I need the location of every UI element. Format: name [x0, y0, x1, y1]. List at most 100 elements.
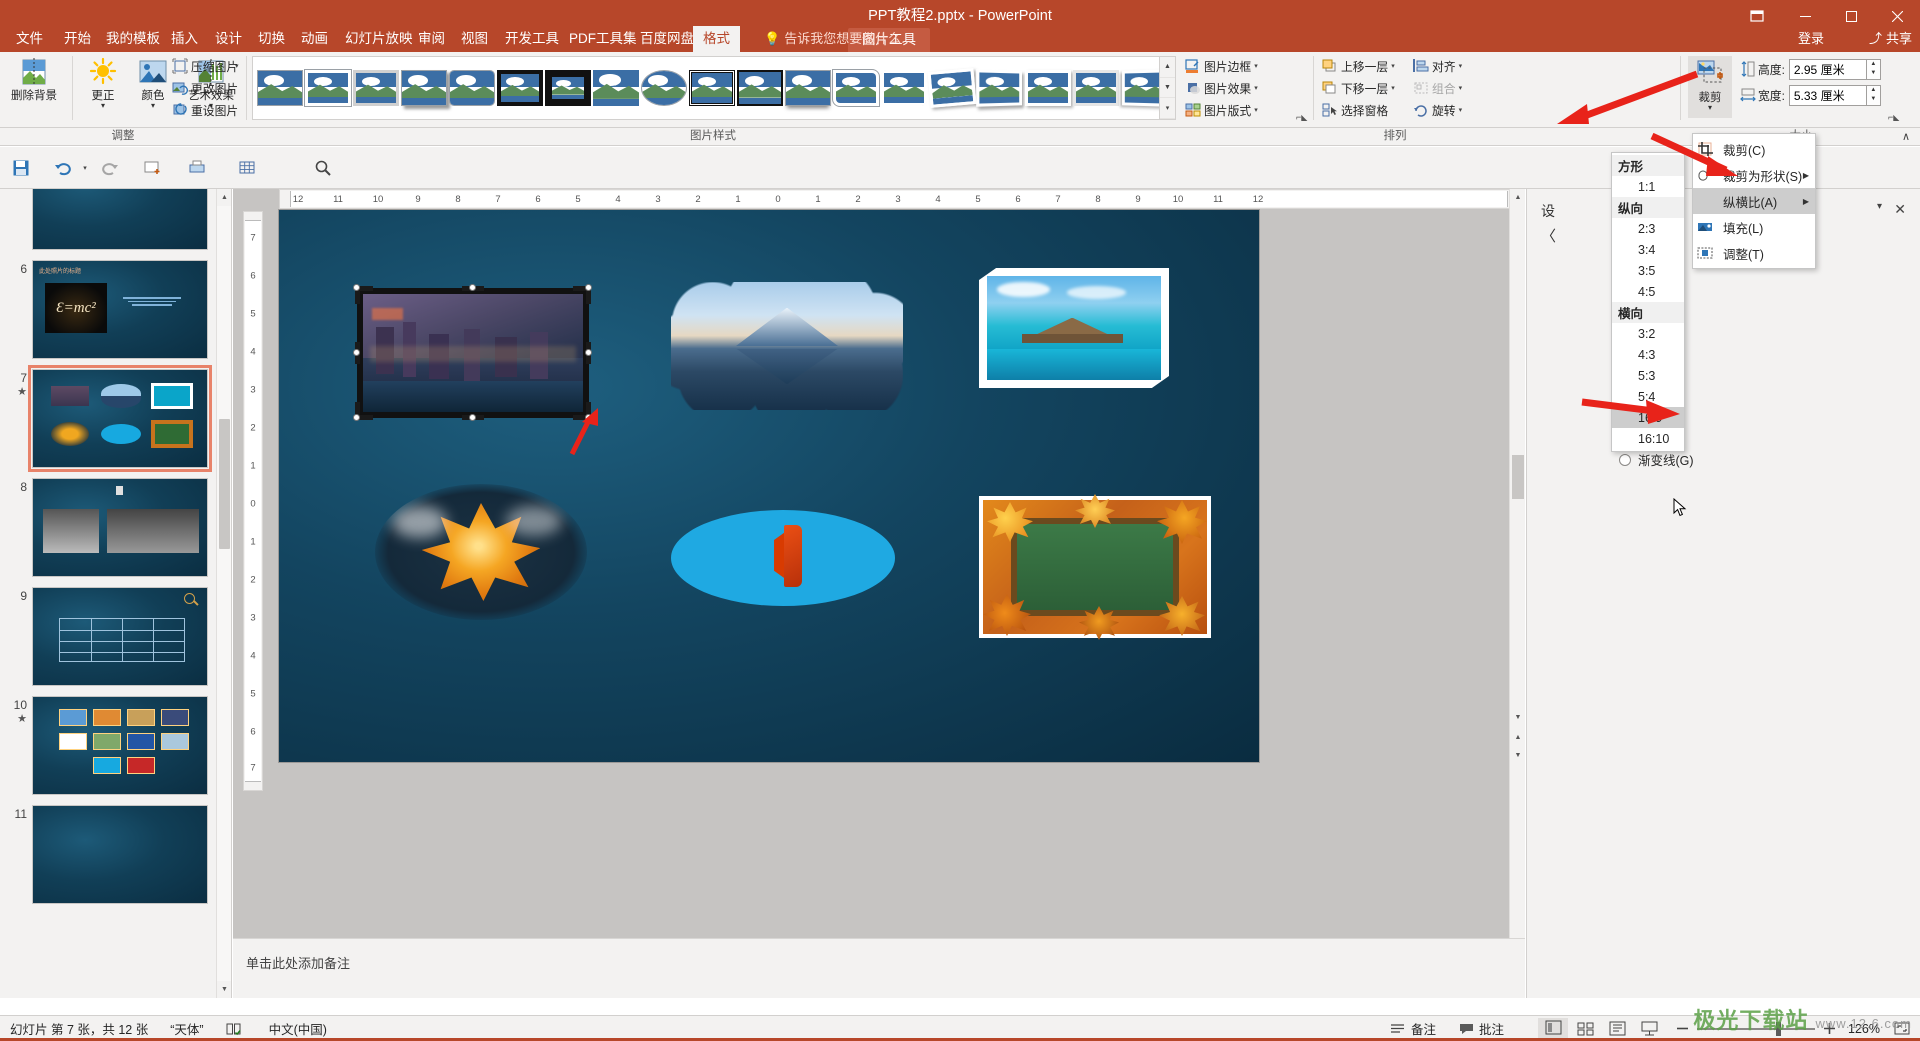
gallery-item-11[interactable] — [785, 70, 831, 106]
shape-width-spinner[interactable]: ▲ ▼ — [1866, 84, 1881, 106]
slide-canvas[interactable] — [279, 210, 1259, 762]
edit-area-scrollbar[interactable]: ▲ ▼ ▲ ▼ — [1509, 189, 1525, 938]
selection-handle-w[interactable] — [353, 349, 360, 356]
notes-button[interactable]: 备注 — [1390, 1019, 1436, 1038]
picture-city-night[interactable] — [355, 286, 591, 420]
next-slide-icon[interactable]: ▼ — [1510, 747, 1526, 764]
ratio-item-4-5[interactable]: 4:5 — [1612, 281, 1684, 302]
tab-design[interactable]: 设计 — [205, 26, 252, 52]
tab-review[interactable]: 审阅 — [408, 26, 455, 52]
thumbnail-slide-5[interactable] — [32, 189, 208, 250]
shape-height-spinner[interactable]: ▲ ▼ — [1866, 58, 1881, 80]
ratio-item-3-4[interactable]: 3:4 — [1612, 239, 1684, 260]
chevron-down-icon[interactable]: ▾ — [1391, 62, 1395, 70]
picture-mountain-reflection[interactable] — [671, 282, 903, 410]
chevron-down-icon[interactable]: ▾ — [1459, 62, 1463, 70]
tab-my-templates[interactable]: 我的模板 — [96, 26, 170, 52]
bring-forward-button[interactable]: 上移一层 ▾ — [1322, 56, 1395, 76]
insert-table-icon[interactable] — [232, 153, 262, 183]
gallery-item-9[interactable] — [689, 70, 735, 106]
crop-menu-item-fill[interactable]: 填充(L) — [1693, 214, 1815, 240]
thumbnail-slide-10[interactable] — [32, 696, 208, 795]
compress-picture-button[interactable]: 压缩图片 — [172, 56, 238, 76]
redo-icon[interactable] — [95, 153, 125, 183]
gallery-item-17[interactable] — [1073, 70, 1119, 106]
chevron-down-icon[interactable]: ▾ — [1254, 62, 1258, 70]
selection-handle-sw[interactable] — [353, 414, 360, 421]
picture-blackboard-frame[interactable] — [979, 494, 1211, 640]
print-preview-icon[interactable] — [182, 153, 212, 183]
crop-menu-item-fit[interactable]: 调整(T) — [1693, 240, 1815, 266]
thumbnail-row-6[interactable]: 6 此处照片的标题 Ɛ=mc² — [0, 260, 216, 359]
selection-handle-n[interactable] — [469, 284, 476, 291]
tab-view[interactable]: 视图 — [451, 26, 498, 52]
color-button[interactable]: 颜色 ▾ — [130, 56, 176, 110]
tab-animations[interactable]: 动画 — [291, 26, 338, 52]
gallery-more-icon[interactable]: ▾ — [1160, 98, 1175, 120]
proofing-status[interactable] — [226, 1021, 247, 1037]
picture-layout-button[interactable]: 图片版式 ▾ — [1185, 100, 1258, 120]
zoom-icon[interactable] — [308, 153, 338, 183]
selection-handle-s[interactable] — [469, 414, 476, 421]
align-button[interactable]: 对齐 ▾ — [1413, 56, 1462, 76]
theme-indicator[interactable]: “天体” — [170, 1019, 203, 1038]
slide-panel-scrollbar[interactable]: ▲ ▼ — [216, 189, 231, 998]
tab-transitions[interactable]: 切换 — [248, 26, 295, 52]
picture-border-button[interactable]: 图片边框 ▾ — [1185, 56, 1258, 76]
zoom-slider-handle[interactable] — [1776, 1021, 1782, 1036]
gallery-item-5[interactable] — [497, 70, 543, 106]
shape-height-input[interactable] — [1788, 58, 1867, 80]
thumbnail-slide-8[interactable] — [32, 478, 208, 577]
change-picture-button[interactable]: 更改图片 — [172, 78, 238, 98]
comments-button[interactable]: 批注 — [1458, 1019, 1504, 1038]
chevron-down-icon[interactable]: ▾ — [151, 102, 155, 110]
scroll-down-icon[interactable]: ▼ — [1160, 78, 1175, 99]
chevron-down-icon[interactable]: ▾ — [101, 102, 105, 110]
new-slide-icon[interactable] — [138, 153, 168, 183]
gallery-item-2[interactable] — [353, 70, 399, 106]
tab-developer[interactable]: 开发工具 — [495, 26, 569, 52]
selection-handle-ne[interactable] — [585, 284, 592, 291]
thumbnail-slide-7[interactable] — [28, 365, 212, 472]
gallery-item-7[interactable] — [593, 70, 639, 106]
ratio-item-3-5[interactable]: 3:5 — [1612, 260, 1684, 281]
gallery-item-12[interactable] — [833, 70, 879, 106]
shape-width-field[interactable]: 宽度: ▲▼ — [1740, 84, 1881, 106]
save-icon[interactable] — [6, 153, 36, 183]
slide-sorter-button[interactable] — [1570, 1018, 1600, 1040]
scroll-down-icon[interactable]: ▼ — [1510, 709, 1526, 726]
tell-me-search[interactable]: 💡 告诉我您想要做什么... — [764, 26, 912, 52]
gallery-item-10[interactable] — [737, 70, 783, 106]
thumbnail-row-5[interactable] — [0, 189, 216, 250]
fit-slide-to-window-button[interactable] — [1894, 1021, 1910, 1036]
picture-styles-gallery[interactable] — [252, 56, 1160, 120]
crop-menu-item-aspect-ratio[interactable]: 纵横比(A) ▶ — [1693, 188, 1815, 214]
close-icon[interactable]: ✕ — [1894, 201, 1906, 218]
shape-width-input[interactable] — [1788, 84, 1867, 106]
gallery-item-6[interactable] — [545, 70, 591, 106]
chevron-down-icon[interactable]: ▾ — [1877, 201, 1882, 212]
scrollbar-thumb[interactable] — [1512, 455, 1524, 499]
thumbnail-slide-11[interactable] — [32, 805, 208, 904]
picture-office-logo[interactable] — [671, 510, 895, 606]
selection-handle-nw[interactable] — [353, 284, 360, 291]
chevron-down-icon[interactable]: ▾ — [1459, 106, 1463, 114]
collapse-ribbon-icon[interactable]: ∧ — [1902, 130, 1910, 143]
zoom-level-label[interactable]: 126% — [1848, 1022, 1880, 1036]
remove-background-button[interactable]: 删除背景 — [6, 56, 62, 102]
thumbnail-slide-6[interactable]: 此处照片的标题 Ɛ=mc² — [32, 260, 208, 359]
reading-view-button[interactable] — [1602, 1018, 1632, 1040]
horizontal-ruler[interactable]: 12 11 10 9 8 7 6 5 4 3 2 1 0 1 2 3 4 5 6… — [279, 189, 1519, 209]
thumbnail-slide-9[interactable] — [32, 587, 208, 686]
normal-view-button[interactable] — [1538, 1017, 1569, 1040]
picture-effects-button[interactable]: 图片效果 ▾ — [1185, 78, 1258, 98]
line-option-gradient[interactable]: 渐变线(G) — [1619, 450, 1694, 469]
gallery-item-0[interactable] — [257, 70, 303, 106]
gallery-item-1[interactable] — [305, 70, 351, 106]
scroll-down-icon[interactable]: ▼ — [217, 981, 231, 998]
thumbnail-row-11[interactable]: 11 — [0, 805, 216, 904]
scrollbar-thumb[interactable] — [219, 419, 230, 549]
gallery-item-13[interactable] — [881, 70, 927, 106]
ribbon-display-options-icon[interactable] — [1744, 4, 1770, 28]
corrections-button[interactable]: 更正 ▾ — [80, 56, 126, 110]
